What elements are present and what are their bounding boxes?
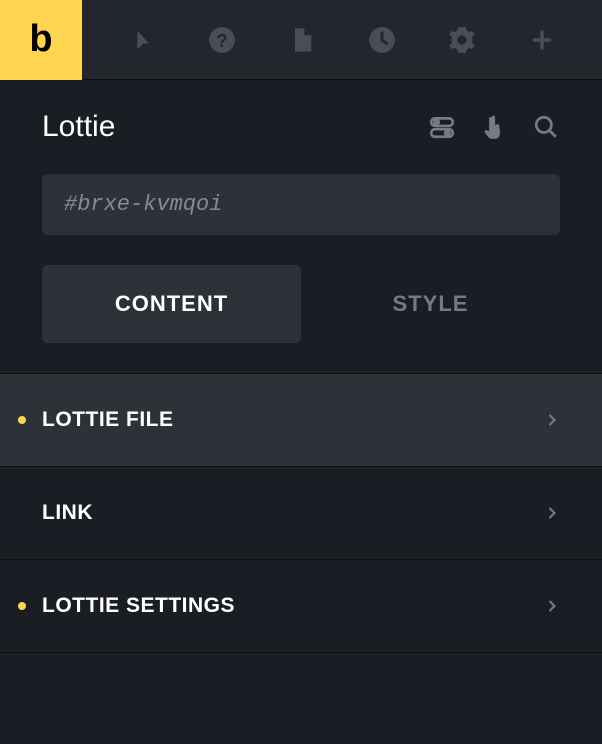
section-link[interactable]: LINK xyxy=(0,467,602,560)
section-list: LOTTIE FILE LINK LOTTIE SETTINGS xyxy=(0,373,602,653)
section-label: LOTTIE FILE xyxy=(42,408,542,432)
section-label: LOTTIE SETTINGS xyxy=(42,594,542,618)
tab-content[interactable]: CONTENT xyxy=(42,265,301,343)
tab-style[interactable]: STYLE xyxy=(301,265,560,343)
section-label: LINK xyxy=(42,501,542,525)
active-dot-icon xyxy=(18,416,26,424)
interaction-icon[interactable] xyxy=(480,113,508,141)
add-icon[interactable] xyxy=(522,20,562,60)
toggle-icon[interactable] xyxy=(428,113,456,141)
section-lottie-settings[interactable]: LOTTIE SETTINGS xyxy=(0,560,602,653)
logo[interactable]: b xyxy=(0,0,82,80)
chevron-right-icon xyxy=(542,503,562,523)
page-icon[interactable] xyxy=(282,20,322,60)
search-icon[interactable] xyxy=(532,113,560,141)
page-title: Lottie xyxy=(42,110,115,144)
help-icon[interactable]: ? xyxy=(202,20,242,60)
element-id-field[interactable]: #brxe-kvmqoi xyxy=(42,174,560,235)
cursor-icon[interactable] xyxy=(122,20,162,60)
topbar: b ? xyxy=(0,0,602,80)
chevron-right-icon xyxy=(542,410,562,430)
history-icon[interactable] xyxy=(362,20,402,60)
active-dot-icon xyxy=(18,602,26,610)
section-lottie-file[interactable]: LOTTIE FILE xyxy=(0,374,602,467)
chevron-right-icon xyxy=(542,596,562,616)
tab-group: CONTENT STYLE xyxy=(42,265,560,343)
settings-icon[interactable] xyxy=(442,20,482,60)
topbar-icons: ? xyxy=(82,20,602,60)
svg-text:?: ? xyxy=(216,30,227,51)
header-icons xyxy=(428,113,560,141)
panel-header: Lottie xyxy=(0,80,602,164)
